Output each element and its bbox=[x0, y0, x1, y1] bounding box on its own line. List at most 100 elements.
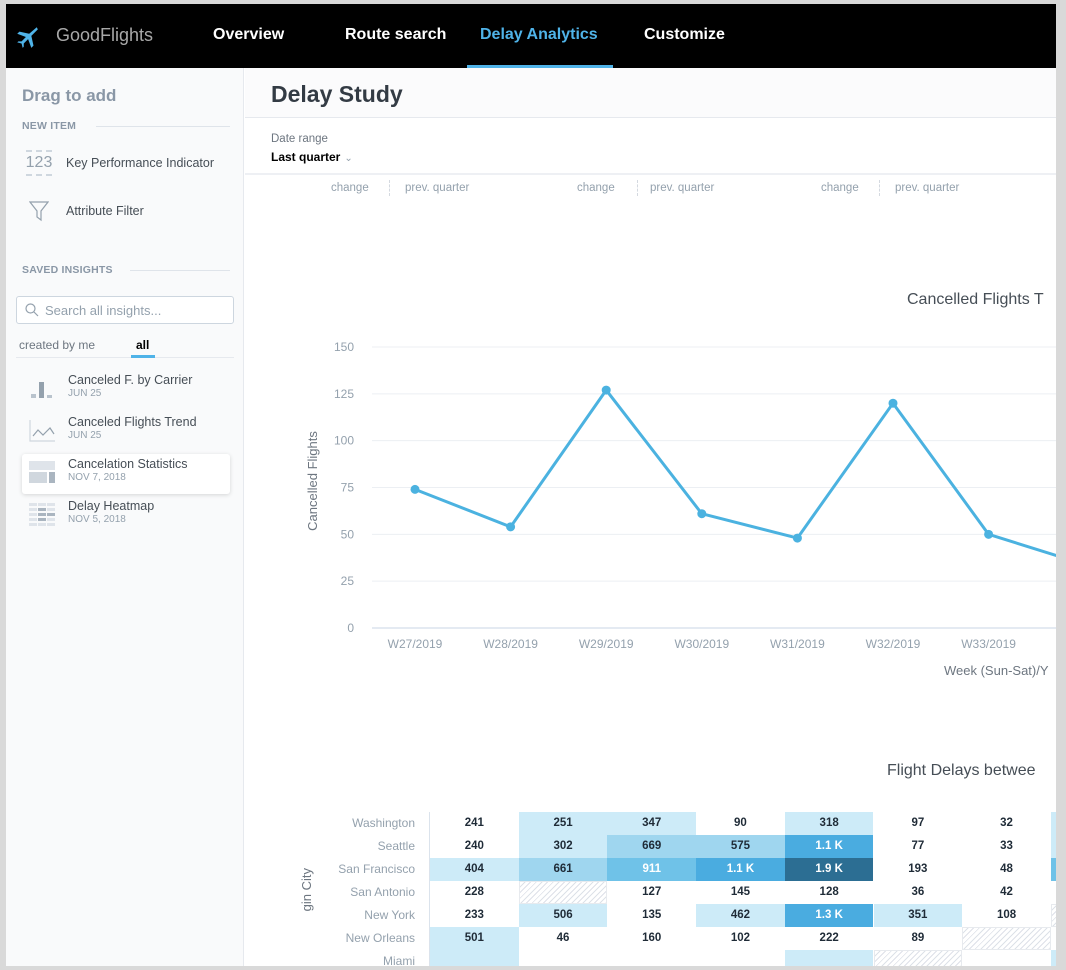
heatmap-cell[interactable]: 462 bbox=[696, 904, 785, 927]
heatmap-cell[interactable]: 501 bbox=[430, 927, 519, 950]
heatmap-cell[interactable]: 669 bbox=[607, 835, 697, 858]
nav-tab-delay-analytics[interactable]: Delay Analytics bbox=[480, 26, 598, 44]
heatmap-cell[interactable]: 36 bbox=[873, 881, 963, 904]
heatmap-cell[interactable]: 222 bbox=[784, 927, 874, 950]
heatmap-cell[interactable] bbox=[1050, 927, 1056, 950]
heatmap-cell[interactable] bbox=[784, 950, 874, 966]
data-point[interactable] bbox=[410, 484, 420, 494]
nav-tab-overview[interactable]: Overview bbox=[213, 26, 284, 44]
heatmap-cell[interactable] bbox=[518, 881, 608, 904]
heatmap-cell[interactable] bbox=[607, 950, 697, 966]
heatmap-cell[interactable]: 160 bbox=[607, 927, 697, 950]
heatmap-cell[interactable] bbox=[1050, 858, 1056, 881]
heatmap-cell[interactable] bbox=[1050, 812, 1056, 835]
insight-item[interactable]: Delay Heatmap NOV 5, 2018 bbox=[22, 496, 228, 536]
brand-name[interactable]: GoodFlights bbox=[56, 25, 153, 46]
heatmap-cell[interactable]: 46 bbox=[518, 927, 608, 950]
x-axis-label: Week (Sun-Sat)/Y bbox=[944, 663, 1049, 678]
heatmap-cell[interactable]: 575 bbox=[696, 835, 785, 858]
insight-name: Canceled Flights Trend bbox=[68, 415, 197, 429]
heatmap-cell[interactable]: 228 bbox=[430, 881, 519, 904]
insight-name: Canceled F. by Carrier bbox=[68, 373, 193, 387]
heatmap-cell[interactable] bbox=[873, 950, 963, 966]
cancelled-flights-line-chart: 0 25 50 75 100 125 150 W27/2019 W28/2019 W29/201… bbox=[305, 340, 1056, 678]
data-point[interactable] bbox=[792, 533, 802, 543]
x-tick-label: W30/2019 bbox=[674, 637, 729, 651]
filter-tab-all[interactable]: all bbox=[136, 338, 149, 352]
search-insights-field[interactable] bbox=[16, 296, 234, 324]
heatmap-cell[interactable]: 251 bbox=[518, 812, 608, 835]
insight-item-selected[interactable]: Cancelation Statistics NOV 7, 2018 bbox=[22, 454, 230, 494]
heatmap-cell[interactable]: 506 bbox=[518, 904, 608, 927]
heatmap-cell[interactable]: 33 bbox=[962, 835, 1051, 858]
data-point[interactable] bbox=[697, 509, 707, 519]
heatmap-cell[interactable]: 127 bbox=[607, 881, 697, 904]
heatmap-cell[interactable]: 318 bbox=[784, 812, 874, 835]
heatmap-cell[interactable]: 351 bbox=[873, 904, 963, 927]
heatmap-cell[interactable] bbox=[962, 950, 1051, 966]
data-point[interactable] bbox=[888, 398, 898, 408]
heatmap-cell[interactable] bbox=[518, 950, 608, 966]
heatmap-cell[interactable]: 89 bbox=[873, 927, 963, 950]
heatmap-cell[interactable]: 240 bbox=[430, 835, 519, 858]
insight-date: JUN 25 bbox=[68, 388, 102, 399]
heatmap-row-label: Washington bbox=[352, 816, 415, 830]
y-tick-label: 150 bbox=[334, 340, 354, 354]
heatmap-cell[interactable] bbox=[1050, 904, 1056, 927]
heatmap-cell[interactable]: 42 bbox=[962, 881, 1051, 904]
insight-item[interactable]: Canceled Flights Trend JUN 25 bbox=[22, 412, 228, 452]
heatmap-cell[interactable]: 1.9 K bbox=[784, 858, 874, 881]
x-tick-label: W32/2019 bbox=[866, 637, 921, 651]
new-item-attribute-filter[interactable]: Attribute Filter bbox=[22, 200, 144, 222]
new-item-kpi[interactable]: 123 Key Performance Indicator bbox=[22, 150, 214, 176]
heatmap-cell[interactable]: 1.3 K bbox=[784, 904, 874, 927]
heatmap-cell[interactable]: 193 bbox=[873, 858, 963, 881]
series-line bbox=[414, 388, 1056, 558]
heatmap-cell[interactable]: 32 bbox=[962, 812, 1051, 835]
heatmap-cell[interactable] bbox=[430, 950, 519, 966]
insight-date: NOV 5, 2018 bbox=[68, 514, 126, 525]
heatmap-cell[interactable] bbox=[696, 950, 785, 966]
heatmap-cell[interactable]: 661 bbox=[518, 858, 608, 881]
heatmap-cell[interactable]: 1.1 K bbox=[696, 858, 785, 881]
sidebar-title: Drag to add bbox=[22, 86, 117, 105]
heatmap-cell[interactable]: 135 bbox=[607, 904, 697, 927]
heatmap-cell[interactable]: 97 bbox=[873, 812, 963, 835]
heatmap-cell[interactable]: 48 bbox=[962, 858, 1051, 881]
data-point[interactable] bbox=[601, 385, 611, 395]
heatmap-cell[interactable] bbox=[1050, 881, 1056, 904]
heatmap-cell[interactable] bbox=[1050, 950, 1056, 966]
heatmap-cell[interactable]: 108 bbox=[962, 904, 1051, 927]
heatmap-cell[interactable] bbox=[1050, 835, 1056, 858]
heatmap-cell[interactable]: 90 bbox=[696, 812, 785, 835]
heatmap-cell[interactable]: 77 bbox=[873, 835, 963, 858]
heatmap-cell[interactable]: 404 bbox=[430, 858, 519, 881]
heatmap-cell[interactable]: 1.1 K bbox=[784, 835, 874, 858]
top-navigation: GoodFlights Overview Route search Delay … bbox=[6, 4, 1056, 68]
insight-item[interactable]: Canceled F. by Carrier JUN 25 bbox=[22, 370, 228, 410]
divider bbox=[96, 126, 230, 127]
search-insights-input[interactable] bbox=[45, 302, 225, 318]
heatmap-cell[interactable]: 241 bbox=[430, 812, 519, 835]
active-filter-indicator bbox=[131, 355, 155, 358]
insight-filter-tabs: created by me all bbox=[16, 338, 234, 358]
heatmap-cell[interactable]: 145 bbox=[696, 881, 785, 904]
heatmap-cell[interactable]: 347 bbox=[607, 812, 697, 835]
filter-tab-created-by-me[interactable]: created by me bbox=[19, 338, 95, 352]
heatmap-cell[interactable]: 128 bbox=[784, 881, 874, 904]
heatmap-cell[interactable]: 302 bbox=[518, 835, 608, 858]
data-point[interactable] bbox=[984, 529, 994, 539]
heatmap-cell[interactable]: 102 bbox=[696, 927, 785, 950]
data-point[interactable] bbox=[506, 522, 516, 532]
airplane-icon[interactable] bbox=[14, 24, 40, 50]
nav-tab-route-search[interactable]: Route search bbox=[345, 26, 446, 44]
heatmap-cell[interactable] bbox=[962, 927, 1051, 950]
kpi-123-icon: 123 bbox=[22, 150, 56, 176]
heatmap-cell[interactable]: 911 bbox=[607, 858, 697, 881]
bar-chart-icon bbox=[31, 382, 52, 398]
nav-tab-customize[interactable]: Customize bbox=[644, 26, 725, 44]
y-tick-label: 100 bbox=[334, 434, 354, 448]
heatmap-row-label: New Orleans bbox=[345, 931, 415, 945]
line-chart-icon bbox=[29, 420, 55, 442]
heatmap-cell[interactable]: 233 bbox=[430, 904, 519, 927]
